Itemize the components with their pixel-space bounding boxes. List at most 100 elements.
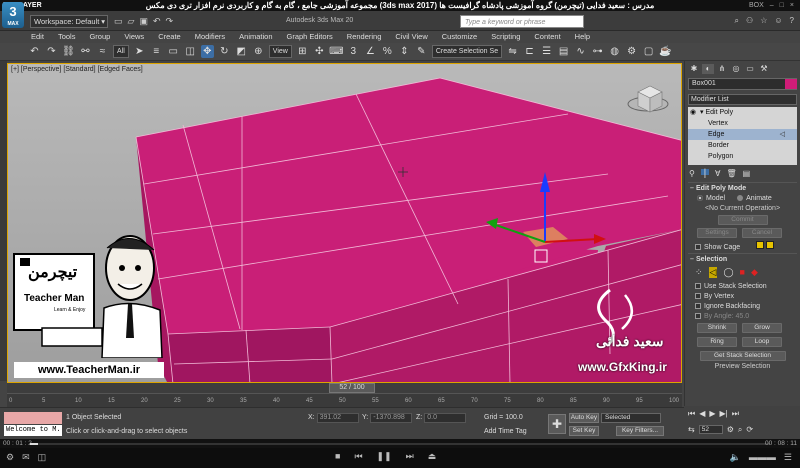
pivot-center-icon[interactable]: ⊞	[296, 45, 309, 58]
add-time-tag[interactable]: Add Time Tag	[484, 428, 527, 435]
go-to-start-icon[interactable]: ⏮	[688, 409, 695, 419]
by-angle-value[interactable]: 45.0	[736, 313, 750, 320]
shrink-button[interactable]: Shrink	[697, 323, 737, 333]
menu-tools[interactable]: Tools	[51, 31, 83, 43]
maxscript-listener-output[interactable]	[4, 412, 62, 424]
selection-filter-dropdown[interactable]: All	[113, 45, 129, 58]
stack-item-edit-poly[interactable]: ◉ ▾ Edit Poly	[688, 107, 797, 118]
light-bulb-icon[interactable]: ◉	[690, 107, 696, 118]
search-icon[interactable]: ⌕	[735, 16, 739, 26]
track-bar[interactable]: 0 5 10 15 20 25 30 35 40 45 50 55 60 65 70 75 80 85 90 95 10…	[7, 393, 682, 407]
loop-button[interactable]: Loop	[742, 337, 782, 347]
next-icon[interactable]: ⏭	[406, 451, 414, 462]
border-mode-icon[interactable]: ◯	[723, 267, 733, 278]
link-icon[interactable]: ⛓	[62, 45, 75, 58]
by-angle-checkbox[interactable]	[695, 313, 701, 320]
volume-icon[interactable]: 🔈	[730, 452, 741, 463]
time-configuration-icon[interactable]: ⚙	[727, 425, 734, 435]
selected-set-dropdown[interactable]: Selected	[601, 413, 661, 423]
go-to-end-icon[interactable]: ⏭	[732, 409, 739, 419]
grow-button[interactable]: Grow	[742, 323, 782, 333]
key-filters-button[interactable]: Key Filters...	[616, 426, 664, 436]
modify-tab-icon[interactable]: ◐	[702, 64, 714, 74]
schematic-view-icon[interactable]: ⊶	[591, 45, 604, 58]
bind-space-warp-icon[interactable]: ≈	[96, 45, 109, 58]
model-radio[interactable]: Model	[697, 195, 725, 202]
viewcube-icon[interactable]	[627, 85, 669, 113]
select-scale-icon[interactable]: ◩	[235, 45, 248, 58]
open-file-icon[interactable]: ▱	[128, 16, 135, 27]
menu-create[interactable]: Create	[151, 31, 188, 43]
new-file-icon[interactable]: ▭	[114, 16, 123, 27]
menu-animation[interactable]: Animation	[232, 31, 279, 43]
configure-sets-icon[interactable]: ▤	[743, 169, 751, 178]
material-editor-icon[interactable]: ◍	[608, 45, 621, 58]
3d-icon[interactable]: ◫	[38, 452, 47, 463]
ignore-backfacing-checkbox[interactable]	[695, 303, 701, 310]
chat-icon[interactable]: ✉	[22, 452, 30, 463]
undo-icon[interactable]: ↶	[28, 45, 41, 58]
percent-snap-icon[interactable]: %	[381, 45, 394, 58]
y-coordinate-field[interactable]: -1370.898	[370, 413, 413, 423]
layer-explorer-icon[interactable]: ☰	[540, 45, 553, 58]
redo-icon[interactable]: ↷	[166, 16, 174, 27]
curve-editor-icon[interactable]: ∿	[574, 45, 587, 58]
rendered-frame-window-icon[interactable]: ▢	[642, 45, 655, 58]
hierarchy-tab-icon[interactable]: ⋔	[716, 64, 728, 74]
vertex-mode-icon[interactable]: ⁘	[695, 267, 703, 278]
zoom-icon[interactable]: ⌕	[738, 425, 742, 435]
previous-icon[interactable]: ⏮	[354, 451, 362, 462]
redo-icon[interactable]: ↷	[45, 45, 58, 58]
animate-radio[interactable]: Animate	[737, 195, 772, 202]
cage-color-swatch[interactable]	[756, 241, 765, 249]
rectangular-selection-icon[interactable]: ▭	[167, 45, 180, 58]
set-key-icon[interactable]: ✚	[548, 414, 566, 434]
workspace-dropdown[interactable]: Workspace: Default ▾	[30, 15, 108, 28]
maximize-icon[interactable]: □	[780, 2, 784, 9]
progress-track[interactable]	[30, 443, 770, 445]
commit-button[interactable]: Commit	[717, 215, 768, 225]
modifier-list-dropdown[interactable]: Modifier List	[688, 94, 797, 105]
application-button[interactable]: 3 MAX	[2, 2, 24, 28]
eject-icon[interactable]: ⏏	[428, 451, 437, 462]
selection-rollout[interactable]: – Selection	[688, 253, 797, 264]
playlist-icon[interactable]: ☰	[784, 452, 792, 463]
z-coordinate-field[interactable]: 0.0	[424, 413, 467, 423]
select-by-name-icon[interactable]: ≡	[150, 45, 163, 58]
edge-mode-icon[interactable]: ◁	[708, 267, 718, 278]
play-icon[interactable]: ▶	[709, 409, 715, 419]
display-tab-icon[interactable]: ▭	[744, 64, 756, 74]
cage-selected-color-swatch[interactable]	[766, 241, 775, 249]
viewport-label[interactable]: [+] [Perspective] [Standard] [Edged Face…	[11, 66, 143, 73]
time-slider-thumb[interactable]: 52 / 100	[329, 383, 375, 393]
toggle-ribbon-icon[interactable]: ▤	[557, 45, 570, 58]
cancel-button[interactable]: Cancel	[742, 228, 782, 238]
settings-button[interactable]: Settings	[697, 228, 737, 238]
spinner-snap-icon[interactable]: ⇕	[398, 45, 411, 58]
settings-icon[interactable]: ⚙	[6, 452, 14, 463]
show-cage-checkbox[interactable]	[695, 244, 701, 251]
menu-civil-view[interactable]: Civil View	[388, 31, 434, 43]
render-setup-icon[interactable]: ⚙	[625, 45, 638, 58]
menu-scripting[interactable]: Scripting	[484, 31, 527, 43]
menu-group[interactable]: Group	[82, 31, 117, 43]
keyboard-shortcut-icon[interactable]: ⌨	[329, 45, 343, 58]
make-unique-icon[interactable]: ∀	[715, 169, 720, 178]
stack-item-edge[interactable]: Edge ◁	[688, 129, 797, 140]
next-frame-icon[interactable]: ▶|	[720, 409, 728, 419]
menu-graph-editors[interactable]: Graph Editors	[280, 31, 340, 43]
element-mode-icon[interactable]: ◆	[751, 267, 758, 278]
object-name-field[interactable]: Box001	[688, 78, 797, 90]
named-selection-set-dropdown[interactable]: Create Selection Se	[431, 45, 503, 58]
kmplayer-progress[interactable]: 00 : 01 : 2 00 : 08 : 11	[0, 439, 800, 448]
volume-slider[interactable]: ▬▬▬	[749, 452, 776, 463]
by-vertex-checkbox[interactable]	[695, 293, 701, 300]
maxscript-listener-input[interactable]: Welcome to M.	[4, 425, 62, 436]
use-stack-checkbox[interactable]	[695, 283, 701, 290]
menu-rendering[interactable]: Rendering	[340, 31, 389, 43]
minimize-icon[interactable]: –	[770, 2, 774, 9]
user-icon[interactable]: ☺	[774, 16, 782, 26]
undo-icon[interactable]: ↶	[153, 16, 161, 27]
save-icon[interactable]: ▣	[139, 16, 148, 27]
stack-item-border[interactable]: Border	[688, 140, 797, 151]
